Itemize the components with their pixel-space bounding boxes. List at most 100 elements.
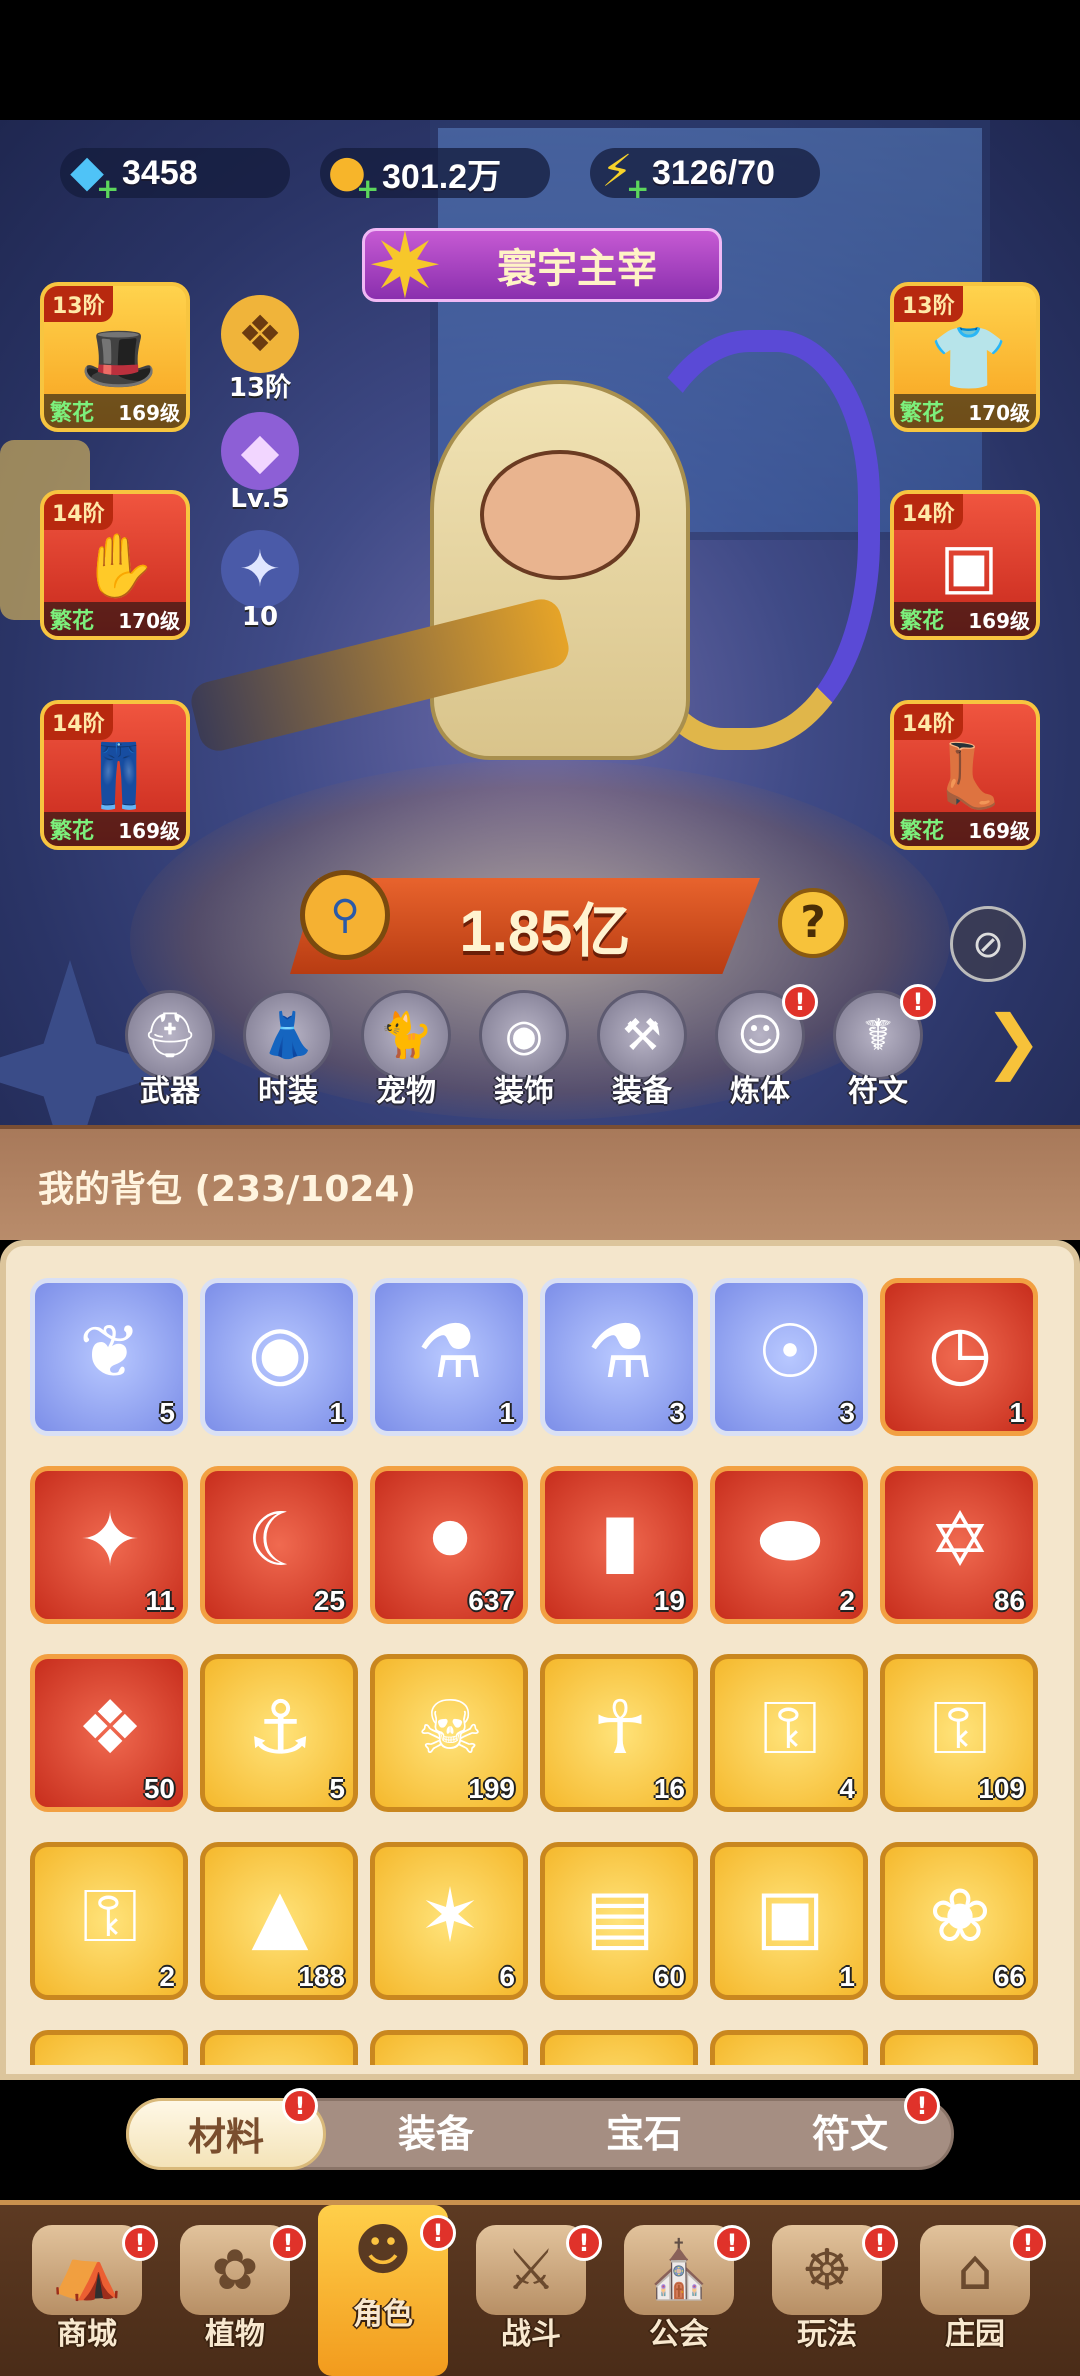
bag-item[interactable]: ▮ 19	[540, 1466, 698, 1624]
bag-grid: ❦ 5 ◉ 1 ⚗ 1 ⚗ 3 ☉ 3 ◷ 1 ✦ 11 ☾ 25 ⚫ 637 ▮ 19 ⬬ 2 ✡ 8…	[30, 1278, 1050, 2065]
star-stat[interactable]: ✦ 10	[215, 530, 305, 632]
potion-vial-icon: ⚗	[416, 1309, 484, 1395]
equip-level: 169级	[968, 818, 1030, 843]
hero-face	[480, 450, 640, 580]
nav-manor[interactable]: ⌂ 庄园 !	[910, 2225, 1046, 2365]
equip-slot-jacket[interactable]: 13阶 👕 繁花 170级	[890, 282, 1040, 432]
bag-item[interactable]: ◷ 1	[880, 1278, 1038, 1436]
boots-icon: 👢	[930, 739, 1008, 812]
equip-slot-hat[interactable]: 13阶 🎩 繁花 169级	[40, 282, 190, 432]
equip-slot-boots[interactable]: 14阶 👢 繁花 169级	[890, 700, 1040, 850]
energy-currency[interactable]: ⚡ + 3126/70	[590, 146, 820, 205]
tab-label: 时装	[258, 1074, 318, 1109]
equip-tier: 14阶	[44, 494, 113, 530]
bag-item[interactable]: ❀ 66	[880, 1842, 1038, 2000]
nav-character[interactable]: ☻ 角色 !	[318, 2205, 456, 2376]
power-key-icon: ⚲	[300, 870, 390, 960]
bag-item[interactable]: ❦ 5	[30, 1278, 188, 1436]
add-gems-icon[interactable]: +	[96, 172, 119, 205]
gold-currency[interactable]: ● + 301.2万	[320, 146, 550, 205]
bag-item[interactable]: ☉ 3	[710, 1278, 868, 1436]
bag-item[interactable]: ✶ 6	[370, 1842, 528, 2000]
star-label: 10	[241, 602, 279, 632]
bag-item[interactable]: ☥ 16	[540, 1654, 698, 1812]
item-count: 60	[653, 1961, 685, 1992]
bag-item-partial[interactable]	[710, 2030, 868, 2065]
category-gems[interactable]: 宝石	[544, 2098, 744, 2170]
bag-item[interactable]: ✡ 86	[880, 1466, 1038, 1624]
nav-battle[interactable]: ⚔ 战斗 !	[466, 2225, 602, 2365]
chevron-right-icon[interactable]: ❯	[984, 1006, 1044, 1076]
stage-stat[interactable]: ❖ 13阶	[215, 295, 305, 404]
bag-item[interactable]: ☠ 199	[370, 1654, 528, 1812]
add-energy-icon[interactable]: +	[626, 172, 649, 205]
bag-item-partial[interactable]	[30, 2030, 188, 2065]
equip-slot-pants[interactable]: 14阶 👖 繁花 169级	[40, 700, 190, 850]
equip-level: 169级	[118, 400, 180, 425]
equip-quality: 繁花	[50, 401, 95, 426]
add-gold-icon[interactable]: +	[356, 172, 379, 205]
item-count: 6	[499, 1961, 515, 1992]
bag-item[interactable]: ◉ 1	[200, 1278, 358, 1436]
item-count: 199	[468, 1773, 515, 1804]
item-count: 86	[993, 1585, 1025, 1616]
category-equipment[interactable]: 装备	[336, 2098, 536, 2170]
help-button[interactable]: ?	[778, 888, 848, 958]
bag-item[interactable]: ⬬ 2	[710, 1466, 868, 1624]
bag-item[interactable]: ⚫ 637	[370, 1466, 528, 1624]
item-count: 2	[159, 1961, 175, 1992]
item-count: 637	[468, 1585, 515, 1616]
skull-card-icon: ☠	[416, 1685, 484, 1771]
tab-outfit[interactable]: 👗 时装	[238, 990, 338, 1110]
golden-flower-icon: ❀	[928, 1873, 991, 1959]
level-stat[interactable]: ◆ Lv.5	[215, 412, 305, 514]
item-count: 1	[839, 1961, 855, 1992]
equip-slot-gloves[interactable]: 14阶 ✋ 繁花 170级	[40, 490, 190, 640]
bag-item[interactable]: ▣ 1	[710, 1842, 868, 2000]
tab-pet[interactable]: 🐈 宠物	[356, 990, 456, 1110]
tab-equipment[interactable]: ⚒ 装备	[592, 990, 692, 1110]
tab-body-refine[interactable]: ☺ 炼体 !	[710, 984, 818, 1110]
tab-weapon[interactable]: ⛑ 武器	[120, 990, 220, 1110]
nav-guild[interactable]: ⛪ 公会 !	[614, 2225, 750, 2365]
bag-item-partial[interactable]	[540, 2030, 698, 2065]
bag-item[interactable]: ▲ 188	[200, 1842, 358, 2000]
tab-rune[interactable]: ☤ 符文 !	[828, 984, 936, 1110]
bag-item[interactable]: ⚓ 5	[200, 1654, 358, 1812]
bag-item-partial[interactable]	[370, 2030, 528, 2065]
item-count: 66	[993, 1961, 1025, 1992]
potion-vial-cloud-icon: ⚗	[586, 1309, 654, 1395]
hide-ui-button[interactable]: ⊘	[950, 906, 1026, 982]
blue-star-icon: ✦	[78, 1497, 141, 1583]
ornate-key-icon: ⚿	[931, 1685, 989, 1771]
hexagram-crystal-icon: ✡	[928, 1497, 991, 1583]
tab-decoration[interactable]: ◉ 装饰	[474, 990, 574, 1110]
bag-item-partial[interactable]	[200, 2030, 358, 2065]
bag-item[interactable]: ⚗ 1	[370, 1278, 528, 1436]
bag-item[interactable]: ▤ 60	[540, 1842, 698, 2000]
nav-shop[interactable]: ⛺ 商城 !	[22, 2225, 158, 2365]
bag-item[interactable]: ✦ 11	[30, 1466, 188, 1624]
red-potion-icon: ⚫	[418, 1497, 481, 1583]
bag-item[interactable]: ❖ 50	[30, 1654, 188, 1812]
bag-item-partial[interactable]	[880, 2030, 1038, 2065]
bag-item[interactable]: ⚗ 3	[540, 1278, 698, 1436]
combat-power-value: 1.85亿	[459, 899, 631, 964]
bag-item[interactable]: ⚿ 2	[30, 1842, 188, 2000]
bag-item[interactable]: ☾ 25	[200, 1466, 358, 1624]
bag-item[interactable]: ⚿ 4	[710, 1654, 868, 1812]
mask-item-icon: ◉	[247, 1309, 313, 1395]
compass-orb-icon: ☉	[756, 1309, 824, 1395]
perfume-bottle-icon: ⚓	[246, 1685, 314, 1771]
green-tube-icon: ▮	[599, 1497, 641, 1583]
star-orb-icon: ✦	[221, 530, 299, 608]
paw-badge-icon: ❖	[221, 295, 299, 373]
nav-plants[interactable]: ✿ 植物 !	[170, 2225, 306, 2365]
gem-currency[interactable]: ◆ + 3458	[60, 146, 290, 205]
alert-badge: !	[122, 2225, 158, 2261]
nav-gameplay[interactable]: ☸ 玩法 !	[762, 2225, 898, 2365]
status-bar	[0, 0, 1080, 120]
item-count: 1	[1009, 1397, 1025, 1428]
bag-item[interactable]: ⚿ 109	[880, 1654, 1038, 1812]
equip-slot-belt[interactable]: 14阶 ▣ 繁花 169级	[890, 490, 1040, 640]
